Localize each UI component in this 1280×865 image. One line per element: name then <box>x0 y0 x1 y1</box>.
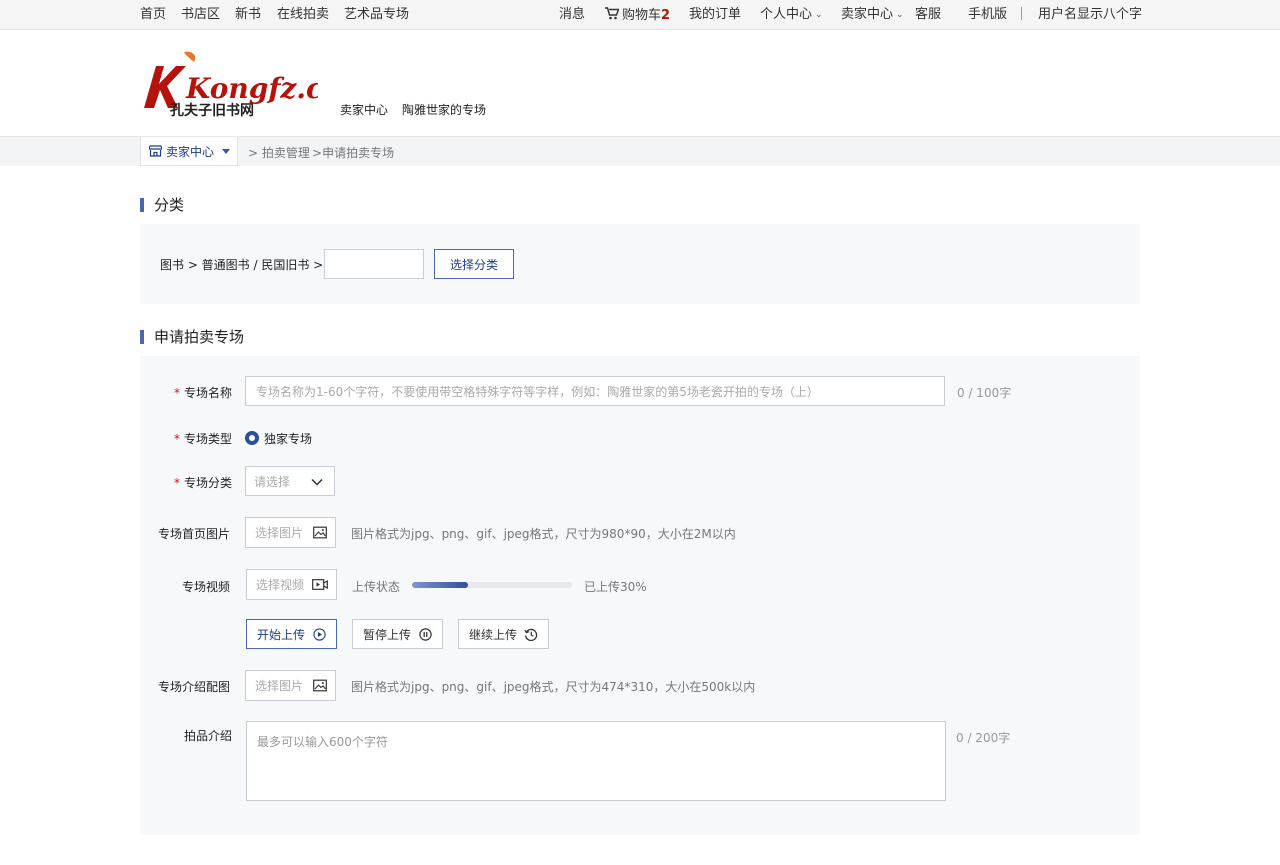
mobile-version-link[interactable]: 手机版 <box>968 7 1007 23</box>
video-label: 专场视频 <box>182 580 231 594</box>
kongfz-logo[interactable]: Kongfz.com 孔夫子旧书网 <box>140 50 371 119</box>
upload-progress-text: 已上传30% <box>584 580 647 594</box>
chevron-down-icon: ⌄ <box>815 10 823 20</box>
chevron-down-icon <box>311 478 323 486</box>
logo-subtitle: 孔夫子旧书网 <box>170 102 254 118</box>
required-asterisk: * <box>174 432 180 446</box>
header-seller-center-link[interactable]: 卖家中心 <box>340 101 388 118</box>
exclusive-special-radio-label[interactable]: 独家专场 <box>264 430 312 447</box>
seller-center-label: 卖家中心 <box>841 7 894 22</box>
item-description-textarea[interactable]: 最多可以输入600个字符 <box>246 721 946 801</box>
intro-image-picker[interactable]: 选择图片 <box>245 670 336 701</box>
special-name-label-text: 专场名称 <box>184 386 233 400</box>
nav-home-link[interactable]: 首页 <box>140 7 166 23</box>
special-name-input[interactable]: 专场名称为1-60个字符，不要使用带空格特殊字符等字样，例如：陶雅世家的第5场老… <box>245 376 945 406</box>
exclusive-special-radio[interactable] <box>245 431 259 445</box>
required-asterisk: * <box>174 386 180 400</box>
breadcrumb-label: 拍卖管理 <box>261 146 310 160</box>
seller-center-menu[interactable]: 卖家中心 ⌄ <box>841 7 904 23</box>
special-name-label: * 专场名称 <box>174 384 232 401</box>
top-navigation-bar: 首页 书店区 新书 在线拍卖 艺术品专场 消息 购物车2 我的订单 个人中心 ⌄ … <box>0 0 1280 30</box>
cover-image-label: 专场首页图片 <box>158 527 231 541</box>
special-category-select[interactable]: 请选择 <box>245 466 335 496</box>
cart-icon <box>605 7 620 20</box>
breadcrumb-item-apply-special: >申请拍卖专场 <box>312 146 395 160</box>
upload-progress-fill <box>412 582 468 588</box>
chevron-down-icon: ⌄ <box>896 10 904 20</box>
logo-wordmark: Kongfz.com <box>185 72 318 105</box>
video-icon <box>312 579 328 590</box>
select-category-button[interactable]: 选择分类 <box>434 249 514 279</box>
special-type-label-text: 专场类型 <box>184 432 233 446</box>
caret-down-icon <box>222 148 231 154</box>
my-orders-link[interactable]: 我的订单 <box>689 7 741 23</box>
play-icon <box>313 628 326 641</box>
resume-upload-label: 继续上传 <box>469 627 518 642</box>
personal-center-label: 个人中心 <box>760 7 813 22</box>
intro-image-label: 专场介绍配图 <box>158 680 231 694</box>
history-icon <box>524 628 538 641</box>
intro-image-picker-label: 选择图片 <box>255 679 304 693</box>
upload-progress-bar <box>412 582 572 588</box>
start-upload-label: 开始上传 <box>257 627 306 642</box>
breadcrumb-label: 申请拍卖专场 <box>322 146 395 160</box>
messages-link[interactable]: 消息 <box>559 7 585 23</box>
cart-count-badge: 2 <box>661 8 671 23</box>
video-picker[interactable]: 选择视频 <box>246 569 337 600</box>
seller-center-dropdown[interactable]: 卖家中心 <box>140 137 238 166</box>
start-upload-button[interactable]: 开始上传 <box>246 619 337 649</box>
category-input[interactable] <box>324 249 424 279</box>
section-title-category: 分类 <box>140 198 184 213</box>
item-description-label: 拍品介绍 <box>184 729 233 743</box>
image-icon <box>313 526 327 539</box>
header-shop-link[interactable]: 陶雅世家的专场 <box>402 101 486 118</box>
intro-image-hint: 图片格式为jpg、png、gif、jpeg格式，尺寸为474*310，大小在50… <box>351 680 756 694</box>
nav-art-special-link[interactable]: 艺术品专场 <box>344 7 409 23</box>
special-category-label: * 专场分类 <box>174 474 232 491</box>
cover-image-hint: 图片格式为jpg、png、gif、jpeg格式，尺寸为980*90，大小在2M以… <box>351 527 736 541</box>
special-type-label: * 专场类型 <box>174 430 232 447</box>
divider <box>1021 7 1022 20</box>
special-category-placeholder: 请选择 <box>254 474 291 489</box>
personal-center-menu[interactable]: 个人中心 ⌄ <box>760 7 823 23</box>
resume-upload-button[interactable]: 继续上传 <box>458 619 549 649</box>
section-title-apply: 申请拍卖专场 <box>140 330 244 345</box>
required-asterisk: * <box>174 476 180 490</box>
video-picker-label: 选择视频 <box>256 578 305 592</box>
nav-online-auction-link[interactable]: 在线拍卖 <box>277 7 329 23</box>
cover-image-picker[interactable]: 选择图片 <box>245 517 336 548</box>
upload-status-label: 上传状态 <box>352 580 401 594</box>
nav-bookstore-link[interactable]: 书店区 <box>181 7 220 23</box>
image-icon <box>313 679 327 692</box>
cover-image-picker-label: 选择图片 <box>255 526 304 540</box>
username-link[interactable]: 用户名显示八个字 <box>1038 7 1142 23</box>
cart-label: 购物车 <box>622 8 662 23</box>
special-category-label-text: 专场分类 <box>184 476 233 490</box>
special-name-counter: 0 / 100字 <box>957 386 1012 400</box>
store-icon <box>149 145 162 157</box>
pause-icon <box>419 628 432 641</box>
item-description-counter: 0 / 200字 <box>956 731 1011 745</box>
cart-link[interactable]: 购物车2 <box>605 7 670 24</box>
breadcrumb-bar: 卖家中心 > 拍卖管理 >申请拍卖专场 <box>0 136 1280 166</box>
pause-upload-label: 暂停上传 <box>363 627 412 642</box>
customer-service-link[interactable]: 客服 <box>915 7 941 23</box>
nav-new-books-link[interactable]: 新书 <box>235 7 261 23</box>
seller-center-dropdown-label: 卖家中心 <box>166 144 215 159</box>
pause-upload-button[interactable]: 暂停上传 <box>352 619 443 649</box>
category-path: 图书 > 普通图书 / 民国旧书 > <box>160 258 324 272</box>
breadcrumb-item-auction-mgmt[interactable]: > 拍卖管理 <box>248 144 310 161</box>
